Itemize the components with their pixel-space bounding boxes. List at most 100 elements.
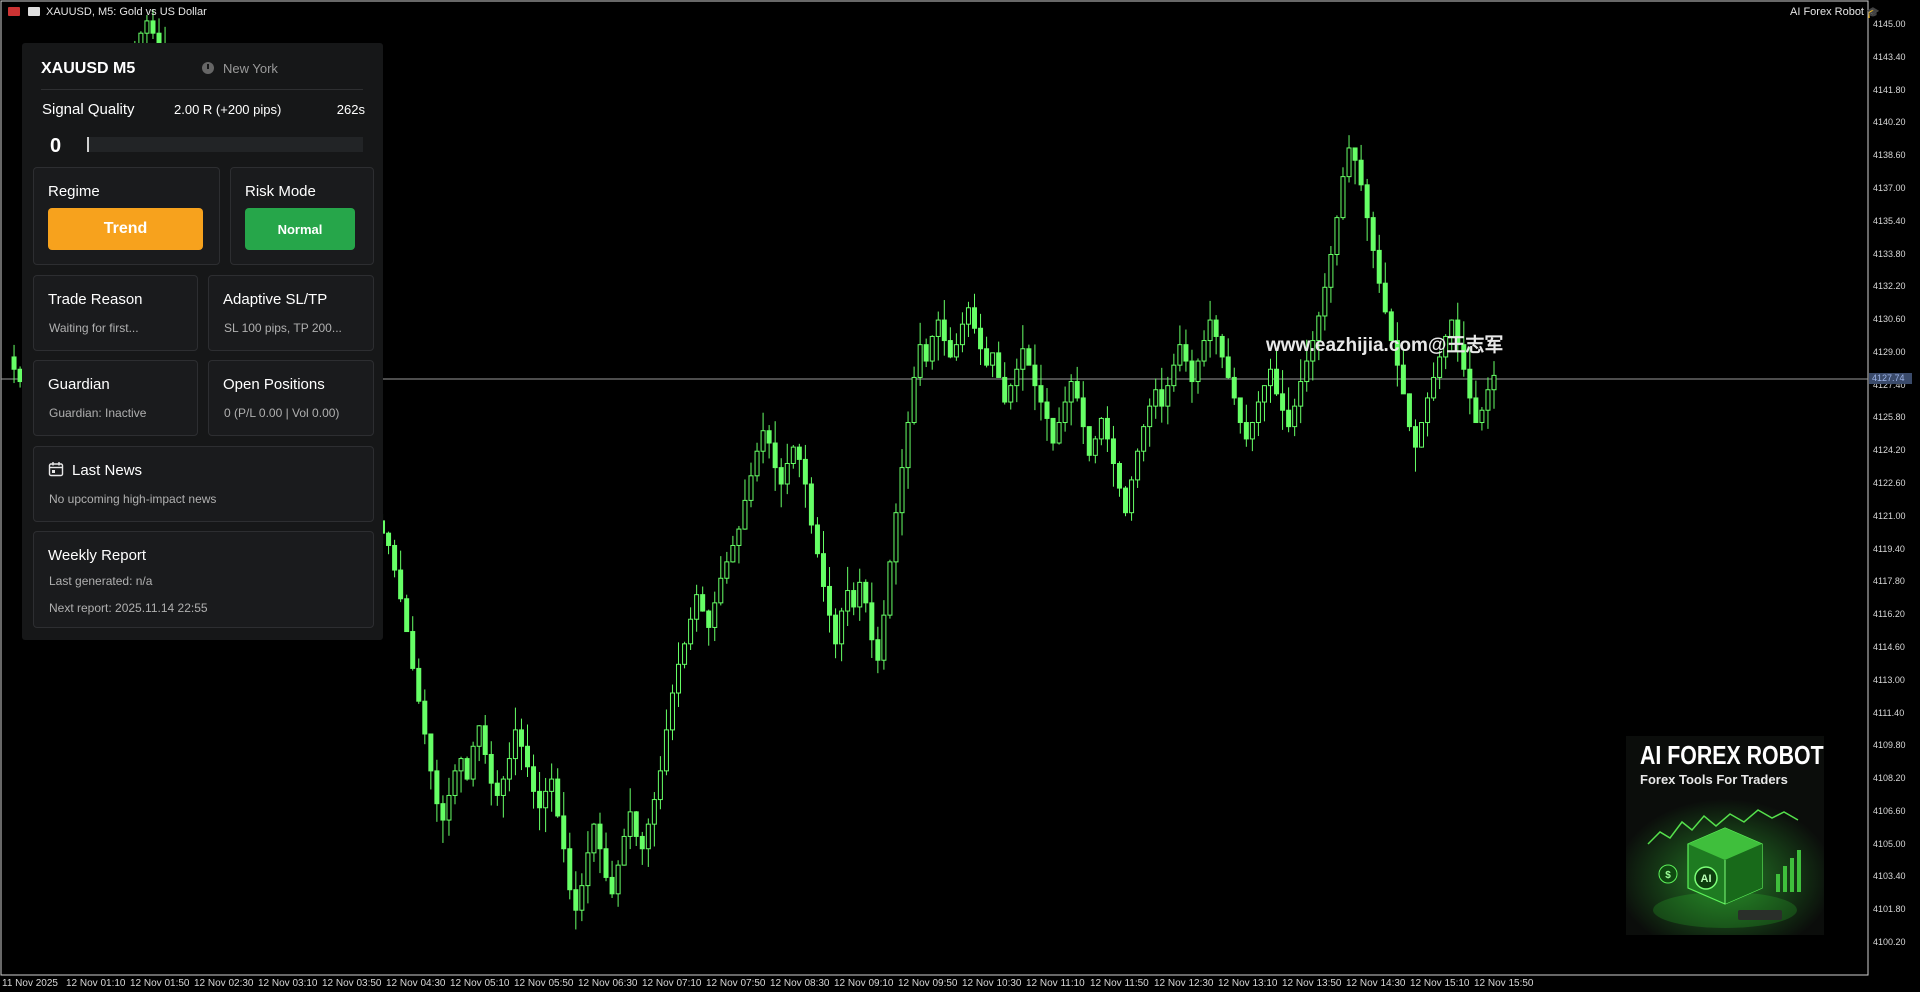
risk-mode-label: Risk Mode — [245, 183, 316, 200]
candle-body — [923, 344, 929, 362]
price-tick-label: 4145.00 — [1873, 19, 1906, 29]
candle-body — [597, 823, 603, 850]
candle-body — [1165, 385, 1171, 407]
candle-body — [1358, 159, 1364, 186]
candle-body — [1376, 249, 1382, 284]
price-tick-label: 4117.80 — [1873, 576, 1905, 587]
candle-body — [1255, 401, 1261, 424]
signal-quality-bar-fill — [87, 137, 89, 152]
time-tick-label: 12 Nov 08:30 — [770, 978, 830, 989]
guardian-label: Guardian — [48, 376, 110, 393]
candle-body — [494, 782, 500, 796]
candle-body — [386, 532, 392, 546]
candle-body — [851, 590, 857, 608]
regime-value: Trend — [48, 208, 203, 250]
current-price-tag: 4127.74 — [1869, 373, 1912, 384]
candle-body — [524, 745, 530, 768]
candle-body — [1123, 487, 1129, 514]
candle-body — [736, 528, 742, 546]
candle-body — [1437, 356, 1443, 378]
candle-body — [446, 794, 452, 821]
adaptive-sltp-card: Adaptive SL/TP SL 100 pips, TP 200... — [208, 275, 374, 351]
candle-body — [1177, 344, 1183, 366]
candle-body — [1008, 385, 1014, 403]
candle-body — [603, 848, 609, 878]
open-positions-text: 0 (P/L 0.00 | Vol 0.00) — [224, 406, 340, 420]
time-tick-label: 12 Nov 01:50 — [130, 978, 190, 989]
candle-body — [1014, 368, 1020, 387]
ai-forex-robot-ad[interactable]: AI FOREX ROBOT Forex Tools For Traders A… — [1626, 736, 1824, 935]
candle-body — [1412, 426, 1418, 448]
candle-body — [1056, 422, 1062, 444]
time-tick-label: 12 Nov 11:50 — [1090, 978, 1149, 989]
candle-body — [1479, 409, 1485, 424]
candle-body — [1195, 360, 1201, 383]
signal-quality-timer: 262s — [336, 102, 365, 117]
time-tick-label: 12 Nov 10:30 — [962, 978, 1022, 989]
candle-body — [512, 729, 518, 760]
time-tick-label: 12 Nov 09:10 — [834, 978, 894, 989]
chart-title-bar: XAUUSD, M5: Gold vs US Dollar AI Forex R… — [0, 0, 1920, 24]
expert-label[interactable]: AI Forex Robot — [1790, 6, 1864, 18]
time-tick-label: 12 Nov 05:50 — [514, 978, 574, 989]
signal-score: 0 — [50, 135, 62, 157]
candle-body — [476, 725, 482, 747]
candle-body — [808, 483, 814, 526]
candle-body — [1431, 376, 1437, 399]
candle-body — [1213, 319, 1219, 337]
candle-body — [1352, 147, 1358, 161]
candle-body — [1086, 426, 1092, 456]
signal-quality-bar — [87, 137, 363, 152]
time-tick-label: 12 Nov 05:10 — [450, 978, 510, 989]
candle-body — [1292, 405, 1298, 428]
candle-body — [440, 803, 446, 821]
candle-body — [857, 581, 863, 608]
candle-body — [1020, 348, 1026, 370]
time-tick-label: 12 Nov 14:30 — [1346, 978, 1406, 989]
candle-body — [730, 544, 736, 563]
candle-body — [887, 561, 893, 616]
price-tick-label: 4103.40 — [1873, 871, 1906, 882]
price-tick-label: 4143.40 — [1873, 51, 1906, 62]
price-tick-label: 4124.20 — [1873, 445, 1906, 456]
candle-body — [1334, 217, 1340, 256]
candle-body — [1153, 389, 1159, 407]
candle-body — [1092, 438, 1098, 456]
flag-icon — [8, 7, 20, 16]
time-tick-label: 12 Nov 07:50 — [706, 978, 766, 989]
candle-body — [893, 512, 899, 563]
candle-body — [869, 602, 875, 641]
candle-body — [820, 553, 826, 587]
price-tick-label: 4129.00 — [1873, 346, 1906, 357]
candle-body — [633, 811, 639, 837]
candle-body — [1274, 368, 1280, 395]
candle-body — [470, 745, 476, 780]
candle-body — [700, 594, 706, 612]
candle-body — [953, 344, 959, 358]
candle-body — [1171, 364, 1177, 387]
panel-divider — [41, 89, 363, 90]
candle-body — [531, 766, 537, 792]
candle-body — [639, 835, 645, 850]
candle-body — [1141, 426, 1147, 452]
time-tick-label: 12 Nov 07:10 — [642, 978, 702, 989]
candle-body — [1286, 409, 1292, 428]
candle-body — [682, 643, 688, 665]
candle-body — [609, 876, 615, 895]
candle-body — [796, 446, 802, 460]
price-tick-label: 4125.80 — [1873, 412, 1906, 423]
candle-body — [1406, 393, 1412, 428]
price-tick-label: 4121.00 — [1873, 510, 1906, 521]
candle-body — [404, 598, 410, 633]
candle-body — [1159, 389, 1165, 407]
candle-body — [537, 790, 543, 809]
candle-body — [1026, 348, 1032, 366]
candle-body — [1328, 254, 1334, 288]
candle-body — [694, 594, 700, 620]
candle-body — [645, 823, 651, 850]
candle-body — [621, 835, 627, 866]
candle-body — [1110, 438, 1116, 465]
time-tick-label: 12 Nov 09:50 — [898, 978, 958, 989]
candle-body — [1116, 463, 1122, 489]
candle-body — [663, 729, 669, 772]
